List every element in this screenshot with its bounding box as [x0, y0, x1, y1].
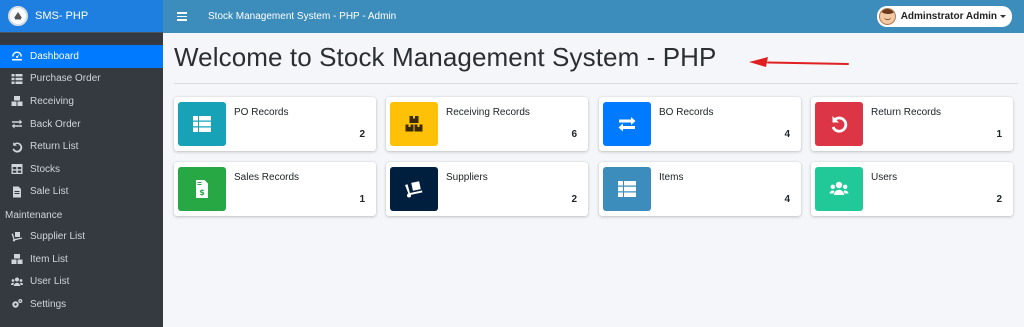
sidebar-item-label: User List: [30, 276, 70, 288]
exchange-icon: [10, 118, 24, 130]
card-items[interactable]: Items 4: [599, 162, 801, 216]
sidebar-item-label: Purchase Order: [30, 73, 101, 85]
sidebar-item-label: Stocks: [30, 163, 61, 175]
sidebar-item-purchase-order[interactable]: Purchase Order: [0, 68, 163, 91]
sidebar-item-label: Sale List: [30, 186, 69, 198]
svg-text:$: $: [199, 188, 205, 197]
card-count: 2: [359, 129, 365, 140]
card-return-records[interactable]: Return Records 1: [811, 97, 1013, 151]
card-count: 2: [571, 194, 577, 205]
card-count: 4: [784, 129, 790, 140]
card-count: 2: [996, 194, 1002, 205]
sidebar-item-settings[interactable]: Settings: [0, 293, 163, 316]
user-name: Adminstrator Admin: [900, 11, 997, 22]
undo-icon: [815, 102, 863, 146]
sidebar-item-label: Receiving: [30, 95, 74, 107]
sidebar-item-sale-list[interactable]: Sale List: [0, 181, 163, 204]
file-invoice-icon: [10, 186, 24, 198]
exchange-icon: [603, 102, 651, 146]
sidebar-item-stocks[interactable]: Stocks: [0, 158, 163, 181]
menu-toggle-icon[interactable]: [177, 10, 191, 24]
th-list-icon: [603, 167, 651, 211]
cogs-icon: [10, 298, 24, 310]
card-count: 4: [784, 194, 790, 205]
sidebar-section-maintenance: Maintenance: [5, 209, 63, 221]
card-suppliers[interactable]: Suppliers 2: [386, 162, 588, 216]
table-list-icon: [10, 73, 24, 85]
chevron-down-icon: [1000, 15, 1006, 18]
topbar: Stock Management System - PHP - Admin Ad…: [163, 0, 1024, 33]
boxes-icon: [10, 253, 24, 265]
sidebar-item-label: Supplier List: [30, 230, 86, 242]
sidebar-item-label: Back Order: [30, 118, 81, 130]
topbar-title: Stock Management System - PHP - Admin: [208, 11, 397, 22]
title-divider: [174, 83, 1018, 84]
user-menu-dropdown[interactable]: Adminstrator Admin: [876, 6, 1012, 27]
card-count: 1: [359, 194, 365, 205]
card-label: Return Records: [871, 107, 942, 118]
card-label: Suppliers: [446, 172, 488, 183]
th-list-icon: [178, 102, 226, 146]
sidebar-item-label: Return List: [30, 141, 79, 153]
card-count: 1: [996, 129, 1002, 140]
table-icon: [10, 163, 24, 175]
boxes-icon: [10, 95, 24, 107]
sidebar-item-supplier-list[interactable]: Supplier List: [0, 225, 163, 248]
page-title: Welcome to Stock Management System - PHP: [174, 42, 717, 72]
dashboard-icon: [10, 50, 24, 62]
sidebar-item-dashboard[interactable]: Dashboard: [0, 45, 163, 68]
sidebar-nav: Dashboard Purchase Order Receiving Back …: [0, 33, 163, 316]
dolly-icon: [10, 230, 24, 242]
brand-name: SMS- PHP: [35, 10, 89, 22]
brand-logo-icon: [8, 6, 28, 26]
card-count: 6: [571, 129, 577, 140]
sidebar-item-item-list[interactable]: Item List: [0, 248, 163, 271]
card-sales-records[interactable]: $ Sales Records 1: [174, 162, 376, 216]
users-icon: [10, 276, 24, 288]
sidebar: SMS- PHP Dashboard Purchase Order Receiv…: [0, 0, 163, 327]
card-label: Sales Records: [234, 172, 300, 183]
card-label: Users: [871, 172, 898, 183]
card-receiving-records[interactable]: Receiving Records 6: [386, 97, 588, 151]
users-icon: [815, 167, 863, 211]
card-bo-records[interactable]: BO Records 4: [599, 97, 801, 151]
card-label: PO Records: [234, 107, 289, 118]
sidebar-item-return-list[interactable]: Return List: [0, 135, 163, 158]
annotation-arrow-icon: [749, 57, 849, 67]
sidebar-item-label: Settings: [30, 298, 67, 310]
file-invoice-dollar-icon: $: [178, 167, 226, 211]
sidebar-item-receiving[interactable]: Receiving: [0, 90, 163, 113]
dolly-icon: [390, 167, 438, 211]
card-label: Receiving Records: [446, 107, 530, 118]
brand[interactable]: SMS- PHP: [0, 0, 163, 33]
card-label: Items: [659, 172, 684, 183]
boxes-icon: [390, 102, 438, 146]
sidebar-item-user-list[interactable]: User List: [0, 270, 163, 293]
card-users[interactable]: Users 2: [811, 162, 1013, 216]
avatar: [878, 8, 896, 25]
undo-icon: [10, 141, 24, 153]
card-label: BO Records: [659, 107, 714, 118]
card-po-records[interactable]: PO Records 2: [174, 97, 376, 151]
sidebar-item-label: Item List: [30, 253, 68, 265]
sidebar-item-label: Dashboard: [30, 50, 79, 62]
sidebar-item-back-order[interactable]: Back Order: [0, 113, 163, 136]
